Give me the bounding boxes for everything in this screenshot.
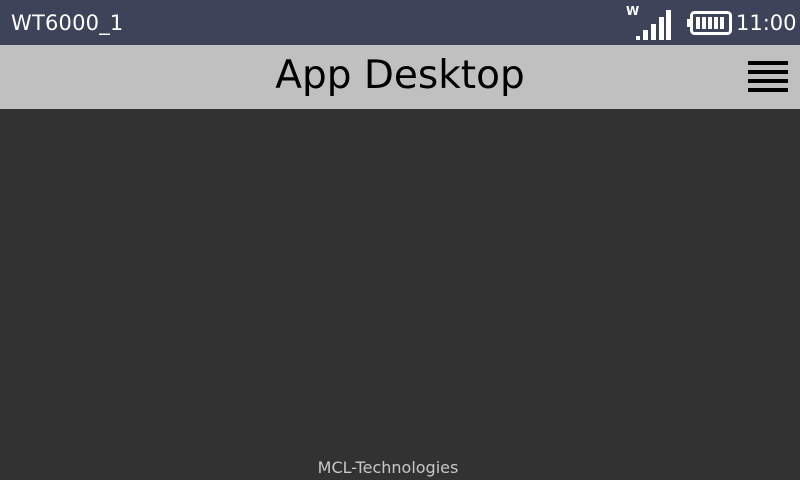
- signal-indicator: W: [626, 5, 672, 41]
- battery-full-icon: [687, 11, 732, 35]
- app-desktop-screen: WT6000_1 W 11:00 App Desktop MCL-Technol…: [0, 0, 800, 480]
- clock: 11:00: [736, 11, 797, 35]
- status-bar: WT6000_1 W 11:00: [0, 0, 800, 45]
- page-title: App Desktop: [275, 53, 525, 98]
- title-bar: App Desktop: [0, 45, 800, 109]
- signal-bars-icon: [636, 10, 671, 40]
- desktop-content-area: [0, 109, 800, 480]
- footer-brand: MCL-Technologies: [317, 458, 459, 477]
- hamburger-menu-icon[interactable]: [746, 59, 790, 93]
- device-name: WT6000_1: [11, 11, 124, 35]
